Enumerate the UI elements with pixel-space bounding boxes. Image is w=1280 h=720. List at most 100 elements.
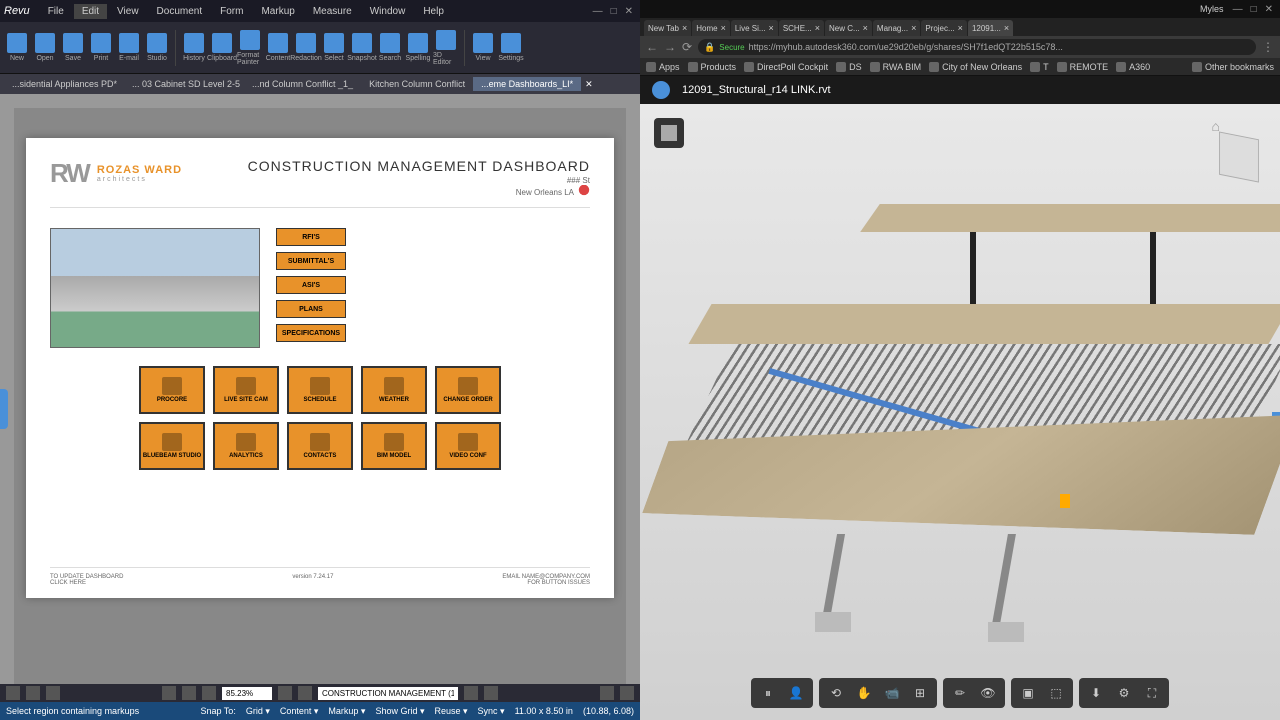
browser-tab[interactable]: 12091...× (968, 20, 1013, 36)
plans-link[interactable]: PLANS (276, 300, 346, 318)
studio-button[interactable]: Studio (144, 26, 170, 70)
forward-button[interactable]: → (664, 40, 676, 54)
weather-tile[interactable]: WEATHER (361, 366, 427, 414)
procore-tile[interactable]: PROCORE (139, 366, 205, 414)
maximize-button[interactable]: □ (608, 6, 620, 17)
maximize-button[interactable]: □ (1248, 4, 1260, 15)
nav-right-2[interactable] (620, 686, 634, 700)
status-markup[interactable]: Markup ▾ (328, 706, 365, 717)
bookmark-rwa-bim[interactable]: RWA BIM (870, 62, 922, 72)
close-tab-button[interactable]: ✕ (585, 79, 593, 90)
view-button[interactable]: View (470, 26, 496, 70)
browser-tab[interactable]: New C...× (825, 20, 872, 36)
view-cube[interactable] (1219, 131, 1259, 182)
status-reuse[interactable]: Reuse ▾ (434, 706, 467, 717)
nav-tool-3[interactable] (46, 686, 60, 700)
viewer-tool-8[interactable]: ▣ (1015, 682, 1041, 704)
minimize-button[interactable]: — (590, 6, 606, 17)
bookmark-a360[interactable]: A360 (1116, 62, 1150, 72)
close-tab-icon[interactable]: × (721, 23, 726, 33)
browser-tab[interactable]: Live Si...× (731, 20, 778, 36)
left-panel-handle[interactable] (0, 389, 8, 429)
viewer-tool-7[interactable]: 👁 (975, 682, 1001, 704)
bim-model-tile[interactable]: BIM MODEL (361, 422, 427, 470)
bookmark-remote[interactable]: REMOTE (1057, 62, 1109, 72)
menu-file[interactable]: File (40, 4, 72, 19)
viewer-tool-3[interactable]: ✋ (851, 682, 877, 704)
menu-measure[interactable]: Measure (305, 4, 360, 19)
close-tab-icon[interactable]: × (1004, 23, 1009, 33)
change-order-tile[interactable]: CHANGE ORDER (435, 366, 501, 414)
last-page-button[interactable] (484, 686, 498, 700)
close-tab-icon[interactable]: × (958, 23, 963, 33)
bookmark-t[interactable]: T (1030, 62, 1049, 72)
autodesk-logo-icon[interactable] (652, 81, 670, 99)
close-tab-icon[interactable]: × (682, 23, 687, 33)
status-sync[interactable]: Sync ▾ (478, 706, 505, 717)
bookmark-products[interactable]: Products (688, 62, 737, 72)
revu-canvas[interactable]: RW ROZAS WARD architects CONSTRUCTION MA… (14, 108, 626, 684)
viewer-tool-10[interactable]: ⬇ (1083, 682, 1109, 704)
close-button[interactable]: ✕ (622, 6, 636, 17)
viewer-tool-9[interactable]: ⬚ (1043, 682, 1069, 704)
viewer-tool-4[interactable]: 📹 (879, 682, 905, 704)
reload-button[interactable]: ⟳ (682, 40, 692, 54)
viewer-tool-6[interactable]: ✏ (947, 682, 973, 704)
video-conf-tile[interactable]: VIDEO CONF (435, 422, 501, 470)
rfis-link[interactable]: RFI'S (276, 228, 346, 246)
viewer-tool-11[interactable]: ⚙ (1111, 682, 1137, 704)
prev-page-button[interactable] (298, 686, 312, 700)
close-tab-icon[interactable]: × (863, 23, 868, 33)
specifications-link[interactable]: SPECIFICATIONS (276, 324, 346, 342)
close-button[interactable]: ✕ (1262, 4, 1276, 15)
contacts-tile[interactable]: CONTACTS (287, 422, 353, 470)
select-button[interactable]: Select (321, 26, 347, 70)
browser-tab[interactable]: SCHE...× (779, 20, 824, 36)
apps-button[interactable]: Apps (646, 62, 680, 72)
clipboard-button[interactable]: Clipboard (209, 26, 235, 70)
map-pin-icon[interactable] (578, 185, 590, 199)
content-button[interactable]: Content (265, 26, 291, 70)
menu-help[interactable]: Help (415, 4, 452, 19)
viewer-tool-0[interactable]: ⏸ (755, 682, 781, 704)
nav-tool-2[interactable] (26, 686, 40, 700)
settings-button[interactable]: Settings (498, 26, 524, 70)
bluebeam-studio-tile[interactable]: BLUEBEAM STUDIO (139, 422, 205, 470)
doc-tab[interactable]: ...sidential Appliances PD* (4, 77, 124, 91)
format-painter-button[interactable]: Format Painter (237, 26, 263, 70)
viewer-tool-2[interactable]: ⟲ (823, 682, 849, 704)
search-button[interactable]: Search (377, 26, 403, 70)
3d-editor-button[interactable]: 3D Editor (433, 26, 459, 70)
menu-markup[interactable]: Markup (253, 4, 302, 19)
redaction-button[interactable]: Redaction (293, 26, 319, 70)
url-field[interactable]: 🔒 Secure https://myhub.autodesk360.com/u… (698, 39, 1256, 55)
nav-right-1[interactable] (600, 686, 614, 700)
page-label-input[interactable] (318, 687, 458, 700)
bookmark-city-of-new-orleans[interactable]: City of New Orleans (929, 62, 1022, 72)
click-here-link[interactable]: CLICK HERE (50, 580, 123, 586)
browser-tab[interactable]: Home× (692, 20, 730, 36)
first-page-button[interactable] (278, 686, 292, 700)
status-show-grid[interactable]: Show Grid ▾ (375, 706, 424, 717)
close-tab-icon[interactable]: × (911, 23, 916, 33)
browser-tab[interactable]: Projec...× (921, 20, 967, 36)
menu-window[interactable]: Window (362, 4, 414, 19)
select-tool-icon[interactable] (182, 686, 196, 700)
save-button[interactable]: Save (60, 26, 86, 70)
next-page-button[interactable] (464, 686, 478, 700)
viewer-tool-5[interactable]: ⊞ (907, 682, 933, 704)
open-button[interactable]: Open (32, 26, 58, 70)
pan-tool-icon[interactable] (162, 686, 176, 700)
chrome-profile[interactable]: Myles (1200, 4, 1224, 14)
snapshot-button[interactable]: Snapshot (349, 26, 375, 70)
new-button[interactable]: New (4, 26, 30, 70)
browser-tab[interactable]: New Tab× (644, 20, 691, 36)
viewer-tool-12[interactable]: ⛶ (1139, 682, 1165, 704)
minimize-button[interactable]: — (1230, 4, 1246, 15)
history-button[interactable]: History (181, 26, 207, 70)
doc-tab[interactable]: Kitchen Column Conflict (361, 77, 473, 91)
menu-form[interactable]: Form (212, 4, 251, 19)
status-content[interactable]: Content ▾ (280, 706, 319, 717)
other-bookmarks[interactable]: Other bookmarks (1192, 62, 1274, 72)
close-tab-icon[interactable]: × (769, 23, 774, 33)
